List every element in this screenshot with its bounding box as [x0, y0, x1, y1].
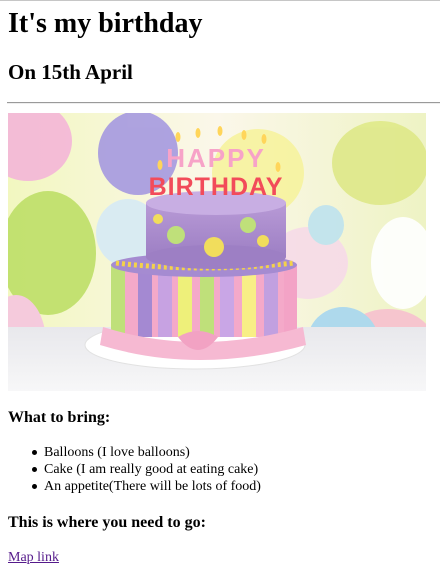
- viewport-top-border: [0, 0, 440, 1]
- event-date: On 15th April: [8, 60, 133, 84]
- cake-top-tier: [146, 191, 286, 269]
- bring-heading: What to bring:: [8, 409, 111, 426]
- location-heading: This is where you need to go:: [8, 514, 206, 531]
- list-item: Cake (I am really good at eating cake): [28, 461, 428, 478]
- bring-list: Balloons (I love balloons) Cake (I am re…: [28, 444, 428, 495]
- page-title: It's my birthday: [8, 8, 203, 39]
- candle-text-line2: BIRTHDAY: [149, 173, 284, 201]
- candle-text-line1: HAPPY: [166, 143, 266, 173]
- list-item: Balloons (I love balloons): [28, 444, 428, 461]
- birthday-cake-image: HAPPY BIRTHDAY: [8, 113, 426, 391]
- list-item: An appetite(There will be lots of food): [28, 478, 428, 495]
- map-link[interactable]: Map link: [8, 549, 59, 567]
- horizontal-rule: [7, 102, 440, 104]
